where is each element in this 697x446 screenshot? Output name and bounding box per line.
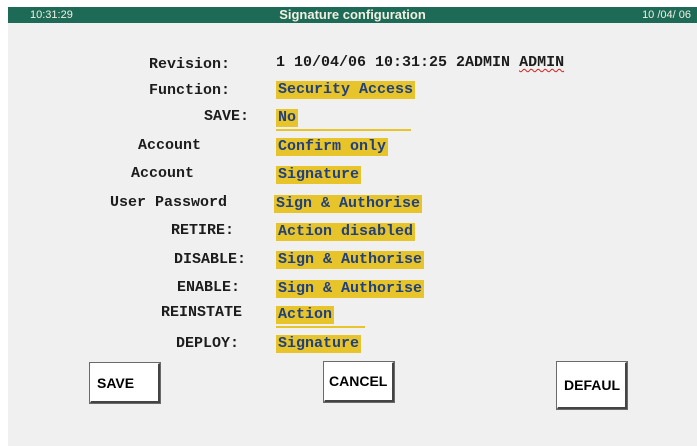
disable-label: DISABLE: bbox=[174, 251, 247, 268]
account-signature-value[interactable]: Signature bbox=[276, 166, 362, 184]
function-value[interactable]: Security Access bbox=[276, 81, 416, 99]
retire-value[interactable]: Action disabled bbox=[276, 223, 416, 241]
default-button-label: DEFAUL bbox=[564, 377, 620, 393]
deploy-value[interactable]: Signature bbox=[276, 335, 362, 353]
cancel-button[interactable]: CANCEL bbox=[323, 361, 395, 403]
revision-user: ADMIN bbox=[519, 54, 565, 71]
page-title: Signature configuration bbox=[279, 7, 426, 22]
save-label: SAVE: bbox=[204, 108, 250, 125]
revision-label: Revision: bbox=[149, 56, 231, 73]
disable-value[interactable]: Sign & Authorise bbox=[276, 251, 425, 269]
save-field-underline bbox=[276, 129, 411, 131]
deploy-label: DEPLOY: bbox=[176, 335, 240, 352]
reinstate-field-underline bbox=[276, 326, 365, 328]
user-password-label: User Password bbox=[110, 194, 228, 211]
reinstate-value[interactable]: Action bbox=[276, 306, 335, 324]
account-confirm-value[interactable]: Confirm only bbox=[276, 138, 389, 156]
save-button[interactable]: SAVE bbox=[89, 362, 161, 404]
account-signature-label: Account bbox=[131, 165, 195, 182]
reinstate-label: REINSTATE bbox=[161, 304, 243, 321]
clock-date: 10 /04/ 06 bbox=[642, 9, 691, 21]
function-label: Function: bbox=[149, 82, 231, 99]
revision-value: 1 10/04/06 10:31:25 2ADMIN ADMIN bbox=[276, 54, 564, 72]
enable-label: ENABLE: bbox=[177, 279, 241, 296]
user-password-value[interactable]: Sign & Authorise bbox=[274, 195, 423, 213]
title-bar: 10:31:29 Signature configuration 10 /04/… bbox=[8, 7, 697, 23]
default-button[interactable]: DEFAUL bbox=[556, 361, 628, 410]
retire-label: RETIRE: bbox=[171, 222, 235, 239]
account-label: Account bbox=[138, 137, 202, 154]
save-button-label: SAVE bbox=[97, 375, 135, 391]
revision-info: 1 10/04/06 10:31:25 2ADMIN bbox=[276, 54, 511, 71]
enable-value[interactable]: Sign & Authorise bbox=[276, 280, 425, 298]
signature-configuration-screen: 10:31:29 Signature configuration 10 /04/… bbox=[0, 0, 697, 446]
save-value[interactable]: No bbox=[276, 109, 299, 127]
cancel-button-label: CANCEL bbox=[329, 373, 388, 389]
